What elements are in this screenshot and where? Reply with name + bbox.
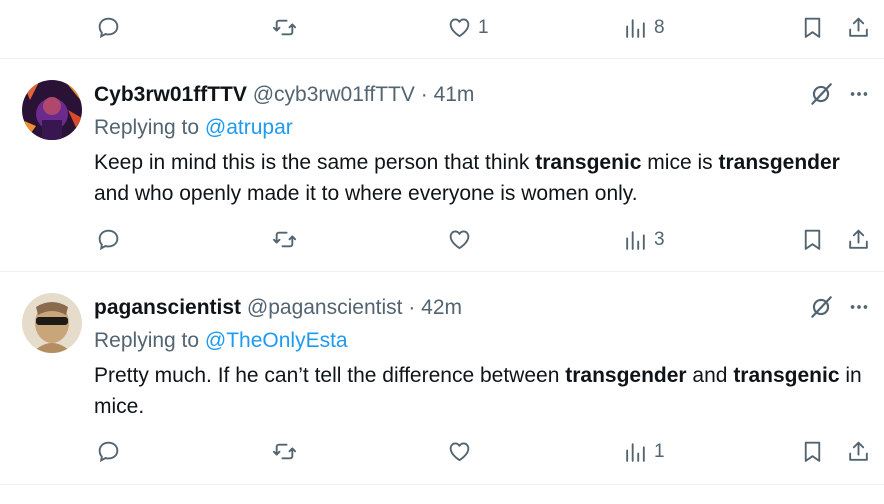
reply-icon [98, 17, 119, 39]
avatar-image [22, 80, 82, 140]
like-button[interactable] [447, 439, 478, 464]
reply-icon [98, 229, 119, 251]
post-time[interactable]: 42m [421, 296, 462, 319]
text-segment: Keep in mind this is the same person tha… [94, 151, 536, 174]
reply-button[interactable] [96, 227, 127, 252]
text-segment: and [686, 364, 734, 387]
user-handle[interactable]: @paganscientist [247, 296, 403, 319]
bold-text-segment: transgender [565, 364, 687, 387]
post-header: paganscientist @paganscientist · 42m [94, 294, 462, 322]
reply-button[interactable] [96, 15, 127, 40]
views-button[interactable]: 3 [623, 227, 665, 252]
views-count: 8 [654, 16, 665, 38]
avatar[interactable] [22, 293, 82, 353]
display-name[interactable]: Cyb3rw01ffTTV [94, 83, 247, 106]
replying-prefix: Replying to [94, 329, 200, 352]
heart-icon [449, 230, 470, 249]
replying-to-line: Replying to @TheOnlyEsta [94, 327, 348, 355]
bold-text-segment: transgender [718, 151, 840, 174]
separator-dot: · [420, 83, 428, 106]
bookmark-button[interactable] [800, 439, 825, 464]
views-count: 1 [654, 440, 665, 462]
more-icon[interactable] [848, 83, 870, 105]
like-button[interactable]: 1 [447, 15, 489, 40]
display-name[interactable]: paganscientist [94, 296, 241, 319]
post-item[interactable]: Cyb3rw01ffTTV @cyb3rw01ffTTV · 41m Reply… [0, 59, 884, 272]
text-segment: and who openly made it to where everyone… [94, 182, 638, 205]
user-handle[interactable]: @cyb3rw01ffTTV [253, 83, 415, 106]
post-text: Pretty much. If he can’t tell the differ… [94, 360, 864, 422]
bookmark-icon [804, 441, 821, 462]
bookmark-button[interactable] [800, 15, 825, 40]
text-segment: Pretty much. If he can’t tell the differ… [94, 364, 566, 387]
share-icon [849, 17, 868, 37]
grok-icon[interactable] [808, 81, 834, 107]
share-icon [849, 441, 868, 461]
repost-icon [272, 231, 297, 248]
repost-icon [272, 19, 297, 36]
post-text: Keep in mind this is the same person tha… [94, 147, 864, 209]
views-icon [626, 443, 645, 462]
views-icon [626, 231, 645, 250]
share-icon [849, 229, 868, 249]
like-button[interactable] [447, 227, 478, 252]
replying-mention-link[interactable]: @TheOnlyEsta [205, 329, 348, 352]
repost-button[interactable] [272, 227, 303, 252]
replying-prefix: Replying to [94, 116, 200, 139]
avatar[interactable] [22, 80, 82, 140]
heart-icon [449, 442, 470, 461]
views-count: 3 [654, 228, 665, 250]
more-icon[interactable] [848, 296, 870, 318]
post-time[interactable]: 41m [434, 83, 475, 106]
grok-icon[interactable] [808, 294, 834, 320]
bold-text-segment: transgenic [535, 151, 642, 174]
replying-mention-link[interactable]: @atrupar [205, 116, 293, 139]
previous-post-action-bar: 1 8 [0, 0, 884, 59]
views-icon [626, 19, 645, 38]
post-header: Cyb3rw01ffTTV @cyb3rw01ffTTV · 41m [94, 81, 474, 109]
text-segment: mice is [641, 151, 719, 174]
bold-text-segment: transgenic [733, 364, 840, 387]
reply-button[interactable] [96, 439, 127, 464]
bookmark-icon [804, 17, 821, 38]
repost-icon [272, 443, 297, 460]
replying-to-line: Replying to @atrupar [94, 114, 293, 142]
bookmark-icon [804, 229, 821, 250]
heart-icon [449, 18, 470, 37]
bookmark-button[interactable] [800, 227, 825, 252]
share-button[interactable] [846, 15, 871, 40]
post-item[interactable]: paganscientist @paganscientist · 42m Rep… [0, 272, 884, 485]
separator-dot: · [408, 296, 416, 319]
repost-button[interactable] [272, 439, 303, 464]
post-top-actions [808, 294, 870, 320]
views-button[interactable]: 1 [623, 439, 665, 464]
share-button[interactable] [846, 227, 871, 252]
like-count: 1 [478, 16, 489, 38]
share-button[interactable] [846, 439, 871, 464]
views-button[interactable]: 8 [623, 15, 665, 40]
reply-icon [98, 441, 119, 463]
post-top-actions [808, 81, 870, 107]
repost-button[interactable] [272, 15, 303, 40]
avatar-image [22, 293, 82, 353]
